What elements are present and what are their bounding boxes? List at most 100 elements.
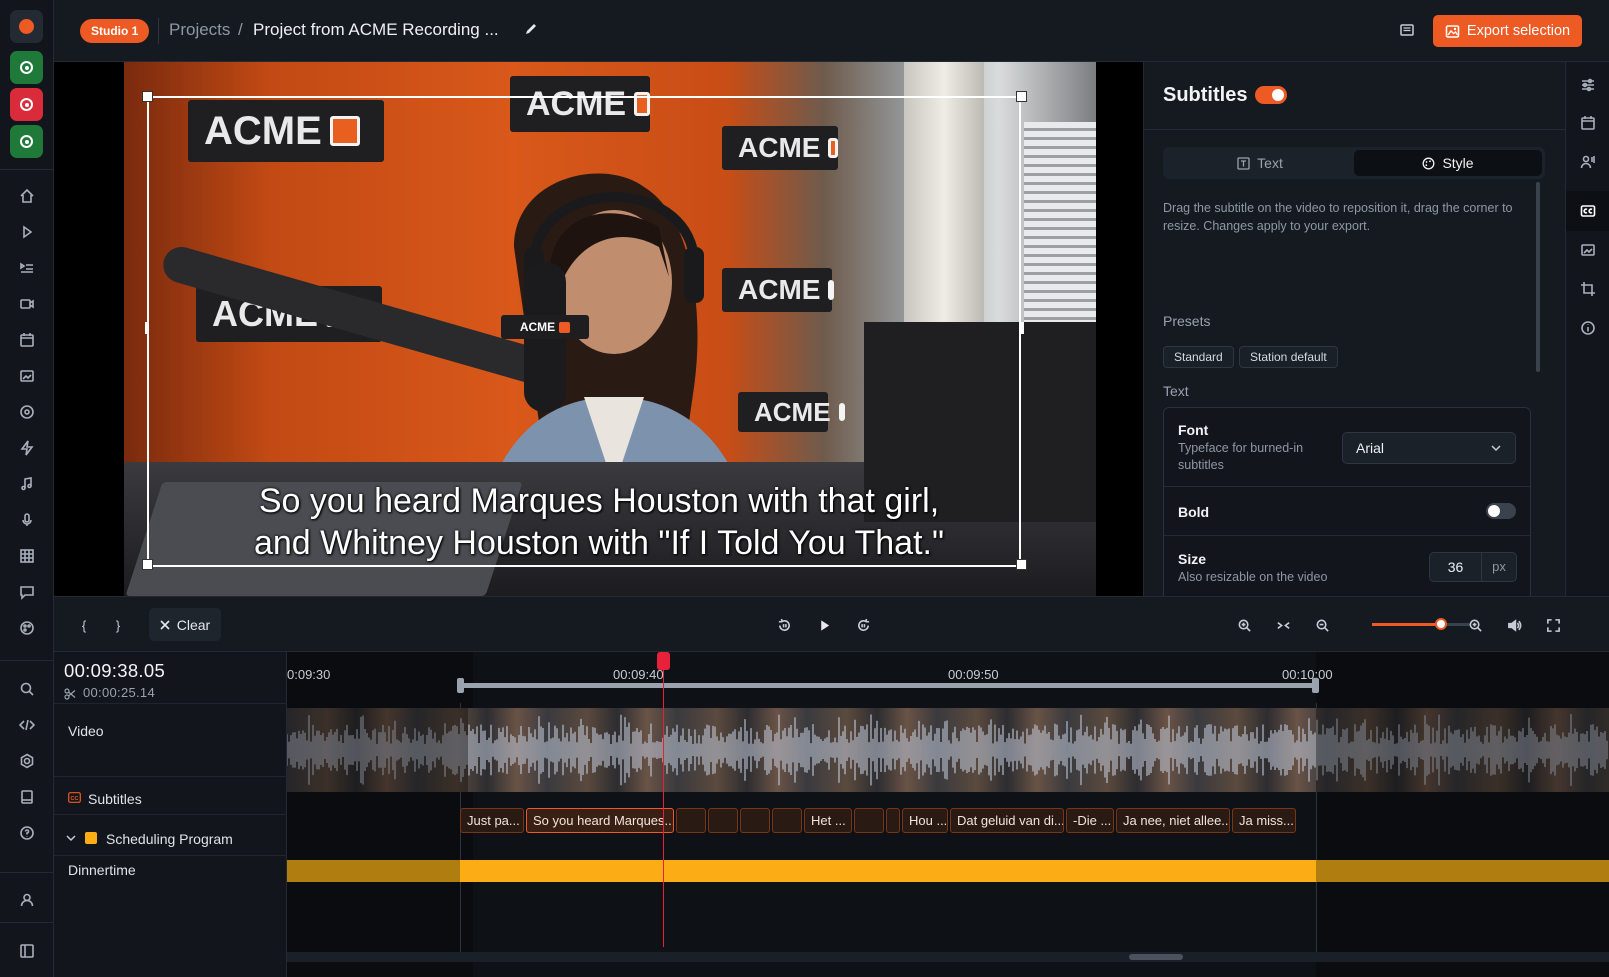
preset-station-default-chip[interactable]: Station default: [1239, 346, 1338, 368]
tab-text[interactable]: Text: [1166, 150, 1354, 176]
timeline[interactable]: 00:09:38.05 00:00:25.14 Video CC Subtitl…: [54, 652, 1609, 977]
user-profile-icon[interactable]: [17, 890, 37, 910]
video-camera-icon[interactable]: [17, 294, 37, 314]
resize-handle-top-right[interactable]: [1016, 91, 1027, 102]
divider: [54, 814, 287, 815]
code-icon[interactable]: [17, 715, 37, 735]
panel-scrollbar[interactable]: [1536, 182, 1540, 372]
subtitle-clip[interactable]: [772, 808, 802, 833]
zoom-in-icon[interactable]: [1463, 613, 1487, 637]
calendar-icon[interactable]: [1578, 113, 1598, 133]
range-start-handle[interactable]: [457, 678, 464, 693]
chat-icon[interactable]: [17, 582, 37, 602]
resize-handle-bottom-left[interactable]: [142, 559, 153, 570]
palette-icon[interactable]: [17, 618, 37, 638]
subtitle-clip[interactable]: Ja nee, niet allee...: [1116, 808, 1230, 833]
image-overlay-icon[interactable]: [1578, 240, 1598, 260]
resize-handle-top-left[interactable]: [142, 91, 153, 102]
subtitle-clip[interactable]: [708, 808, 738, 833]
rewind-10s-icon[interactable]: [772, 613, 796, 637]
time-ruler[interactable]: 0:09:30 00:09:40 00:09:50 00:10:00: [287, 652, 1609, 703]
subtitle-clip[interactable]: Het ...: [804, 808, 852, 833]
program-bar-dinnertime-active[interactable]: [460, 860, 1316, 882]
broadcast-icon[interactable]: [17, 402, 37, 422]
adjustments-sliders-icon[interactable]: [1578, 75, 1598, 95]
search-icon[interactable]: [17, 679, 37, 699]
zoom-to-fit-icon[interactable]: [1232, 613, 1256, 637]
export-selection-button[interactable]: Export selection: [1433, 15, 1582, 47]
crop-icon[interactable]: [1578, 279, 1598, 299]
timeline-horizontal-scrollbar[interactable]: [287, 952, 1609, 962]
grid-icon[interactable]: [17, 546, 37, 566]
zoom-slider-knob[interactable]: [1434, 618, 1447, 630]
text-box-icon: [1237, 156, 1250, 170]
mark-in-button[interactable]: {: [72, 613, 96, 637]
tab-style[interactable]: Style: [1354, 150, 1542, 176]
track-label-scheduling-program[interactable]: Scheduling Program: [106, 831, 233, 847]
range-end-handle[interactable]: [1312, 678, 1319, 693]
subtitle-bounding-box[interactable]: [147, 96, 1021, 567]
help-icon[interactable]: [17, 823, 37, 843]
channel-red-icon[interactable]: [10, 88, 43, 121]
chevron-down-icon[interactable]: [66, 834, 76, 842]
playlist-icon[interactable]: [17, 258, 37, 278]
preset-standard-chip[interactable]: Standard: [1163, 346, 1234, 368]
bold-toggle[interactable]: [1486, 503, 1516, 519]
subtitle-clip[interactable]: Hou ...: [902, 808, 948, 833]
edit-pencil-icon[interactable]: [524, 22, 538, 41]
presets-heading: Presets: [1163, 313, 1211, 329]
channel-green-1-icon[interactable]: [10, 51, 43, 84]
play-icon[interactable]: [17, 222, 37, 242]
mark-out-button[interactable]: }: [106, 613, 130, 637]
zoom-out-icon[interactable]: [1310, 613, 1334, 637]
scrollbar-thumb[interactable]: [1129, 954, 1183, 960]
lightning-icon[interactable]: [17, 438, 37, 458]
settings-gear-icon[interactable]: [17, 751, 37, 771]
subtitle-clip[interactable]: [854, 808, 884, 833]
closed-captions-icon[interactable]: [1578, 201, 1598, 221]
subtitle-clip[interactable]: Just pa...: [460, 808, 524, 833]
subtitle-clip[interactable]: [740, 808, 770, 833]
channel-green-2-icon[interactable]: [10, 125, 43, 158]
subtitle-clip[interactable]: Dat geluid van di...: [950, 808, 1064, 833]
font-select[interactable]: Arial: [1342, 432, 1516, 464]
video-track-clip[interactable]: [287, 708, 1609, 792]
record-app-icon[interactable]: [10, 10, 43, 43]
music-note-icon[interactable]: [17, 474, 37, 494]
play-button-icon[interactable]: [812, 613, 836, 637]
playhead-line[interactable]: [663, 652, 664, 947]
size-input[interactable]: 36 px: [1429, 552, 1517, 582]
clear-selection-button[interactable]: Clear: [149, 608, 221, 641]
group-color-swatch: [85, 832, 97, 844]
microphone-icon[interactable]: [17, 510, 37, 530]
panel-layout-icon[interactable]: [1399, 22, 1415, 43]
collapse-sidebar-icon[interactable]: [17, 941, 37, 961]
volume-icon[interactable]: [1502, 613, 1526, 637]
subtitle-clip[interactable]: So you heard Marques...: [526, 808, 674, 833]
resize-handle-left[interactable]: [145, 322, 149, 334]
timeline-zoom-slider[interactable]: [1372, 618, 1470, 630]
speaker-person-icon[interactable]: [1578, 152, 1598, 172]
subtitle-clip[interactable]: Ja miss...: [1232, 808, 1296, 833]
breadcrumb-projects-link[interactable]: Projects: [169, 20, 230, 40]
calendar-icon[interactable]: [17, 330, 37, 350]
home-icon[interactable]: [17, 186, 37, 206]
fullscreen-icon[interactable]: [1541, 613, 1565, 637]
forward-10s-icon[interactable]: [851, 613, 875, 637]
collapse-arrows-icon[interactable]: [1271, 613, 1295, 637]
size-value[interactable]: 36: [1430, 553, 1482, 581]
playhead-handle[interactable]: [657, 652, 670, 670]
workspace-badge[interactable]: Studio 1: [80, 19, 150, 43]
resize-handle-right[interactable]: [1020, 322, 1024, 334]
subtitles-enabled-toggle[interactable]: [1255, 86, 1287, 104]
subtitle-clip[interactable]: -Die ...: [1066, 808, 1114, 833]
info-icon[interactable]: [1578, 318, 1598, 338]
video-preview[interactable]: ACME ACME ACME ACME ACME ACME ACME So yo…: [54, 62, 1143, 596]
book-icon[interactable]: [17, 787, 37, 807]
clear-label: Clear: [176, 616, 211, 633]
subtitle-clip[interactable]: [886, 808, 900, 833]
media-folder-icon[interactable]: [17, 366, 37, 386]
subtitle-clip[interactable]: [676, 808, 706, 833]
selection-range-bar[interactable]: [460, 683, 1316, 688]
resize-handle-bottom-right[interactable]: [1016, 559, 1027, 570]
